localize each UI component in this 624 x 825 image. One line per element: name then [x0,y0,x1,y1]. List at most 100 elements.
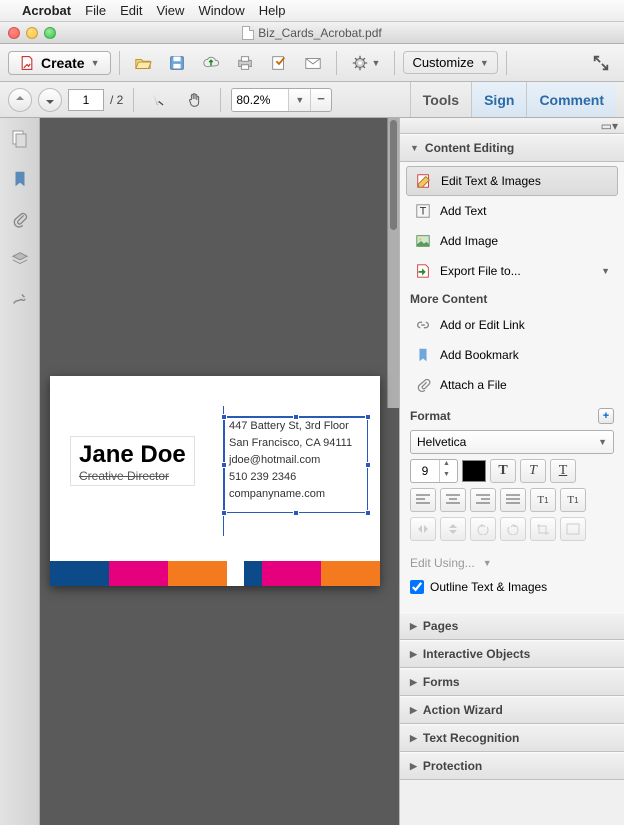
vertical-scrollbar[interactable] [387,118,399,408]
comment-tab[interactable]: Comment [526,82,616,117]
align-center-button[interactable] [440,488,466,512]
save-button[interactable] [162,50,192,76]
add-bookmark-tool[interactable]: Add Bookmark [400,340,624,370]
prev-page-button[interactable] [8,88,32,112]
bold-button[interactable]: T [490,459,516,483]
chevron-down-icon: ▼ [410,143,419,153]
menu-help[interactable]: Help [259,3,286,18]
email-button[interactable] [298,50,328,76]
chevron-right-icon: ▶ [410,705,417,716]
resize-handle[interactable] [221,414,227,420]
hand-tool-button[interactable] [180,87,210,113]
thumbnails-icon[interactable] [9,128,31,150]
protection-header[interactable]: ▶Protection [400,752,624,780]
create-label: Create [41,55,85,71]
content-editing-header[interactable]: ▼ Content Editing [400,134,624,162]
align-right-button[interactable] [470,488,496,512]
cloud-button[interactable] [196,50,226,76]
bookmarks-icon[interactable] [9,168,31,190]
print-button[interactable] [230,50,260,76]
add-text-tool[interactable]: T Add Text [400,196,624,226]
replace-image-button[interactable] [560,517,586,541]
customize-label: Customize [412,55,473,70]
resize-handle[interactable] [365,510,371,516]
settings-button[interactable]: ▼ [345,50,387,76]
flip-v-button[interactable] [440,517,466,541]
share-button[interactable] [264,50,294,76]
tools-tab[interactable]: Tools [410,82,471,117]
text-color-swatch[interactable] [462,460,486,482]
rotate-cw-button[interactable] [500,517,526,541]
resize-handle[interactable] [293,510,299,516]
format-expand-button[interactable]: + [598,408,614,424]
business-card-page: Jane Doe Creative Director 447 Battery S… [50,376,380,586]
name-text-frame[interactable]: Jane Doe Creative Director [70,436,195,486]
chevron-right-icon: ▶ [410,761,417,772]
sign-tab[interactable]: Sign [471,82,526,117]
create-menu-button[interactable]: Create ▼ [8,51,111,75]
subscript-button[interactable]: T1 [560,488,586,512]
pages-header[interactable]: ▶Pages [400,612,624,640]
nav-toolbar: / 2 ▼ − Tools Sign Comment [0,82,624,118]
crop-button[interactable] [530,517,556,541]
more-content-label: More Content [400,286,624,310]
zoom-dropdown-button[interactable]: ▼ [288,89,310,111]
rotate-ccw-button[interactable] [470,517,496,541]
page-input[interactable] [68,89,104,111]
outline-checkbox[interactable] [410,580,424,594]
customize-menu-button[interactable]: Customize ▼ [403,51,497,74]
interactive-objects-header[interactable]: ▶Interactive Objects [400,640,624,668]
export-icon [414,262,432,280]
add-image-icon [414,232,432,250]
menubar-app[interactable]: Acrobat [22,3,71,18]
signatures-icon[interactable] [9,288,31,310]
forms-header[interactable]: ▶Forms [400,668,624,696]
zoom-out-button[interactable]: − [310,89,331,111]
resize-handle[interactable] [221,462,227,468]
selected-text-frame[interactable]: 447 Battery St, 3rd Floor San Francisco,… [225,416,367,512]
menu-window[interactable]: Window [198,3,244,18]
italic-button[interactable]: T [520,459,546,483]
text-recognition-header[interactable]: ▶Text Recognition [400,724,624,752]
layers-icon[interactable] [9,248,31,270]
superscript-button[interactable]: T1 [530,488,556,512]
menu-file[interactable]: File [85,3,106,18]
edit-text-images-tool[interactable]: Edit Text & Images [406,166,618,196]
align-justify-button[interactable] [500,488,526,512]
add-edit-link-tool[interactable]: Add or Edit Link [400,310,624,340]
main-toolbar: Create ▼ ▼ Customize ▼ [0,44,624,82]
menu-view[interactable]: View [156,3,184,18]
fullscreen-button[interactable] [586,50,616,76]
export-file-tool[interactable]: Export File to... ▼ [400,256,624,286]
resize-handle[interactable] [365,462,371,468]
resize-handle[interactable] [365,414,371,420]
document-canvas[interactable]: Jane Doe Creative Director 447 Battery S… [40,118,399,825]
card-name: Jane Doe [79,441,186,469]
zoom-window-button[interactable] [44,27,56,39]
menu-edit[interactable]: Edit [120,3,142,18]
resize-handle[interactable] [221,510,227,516]
zoom-input[interactable] [232,89,288,111]
card-stripes [50,561,380,586]
flip-h-button[interactable] [410,517,436,541]
add-image-tool[interactable]: Add Image [400,226,624,256]
pdf-icon [242,26,254,40]
select-tool-button[interactable] [144,87,174,113]
attach-file-tool[interactable]: Attach a File [400,370,624,400]
align-left-button[interactable] [410,488,436,512]
resize-handle[interactable] [293,414,299,420]
next-page-button[interactable] [38,88,62,112]
page-total: / 2 [110,93,123,107]
minimize-window-button[interactable] [26,27,38,39]
font-size-input[interactable]: ▲▼ [410,459,458,483]
font-family-select[interactable]: Helvetica ▼ [410,430,614,454]
panel-options-button[interactable]: ▭▾ [400,118,624,134]
chevron-down-icon: ▼ [483,558,492,568]
attachments-icon[interactable] [9,208,31,230]
edit-using-menu[interactable]: Edit Using... ▼ [400,552,624,576]
open-button[interactable] [128,50,158,76]
action-wizard-header[interactable]: ▶Action Wizard [400,696,624,724]
outline-label: Outline Text & Images [430,580,547,594]
underline-button[interactable]: T [550,459,576,483]
close-window-button[interactable] [8,27,20,39]
